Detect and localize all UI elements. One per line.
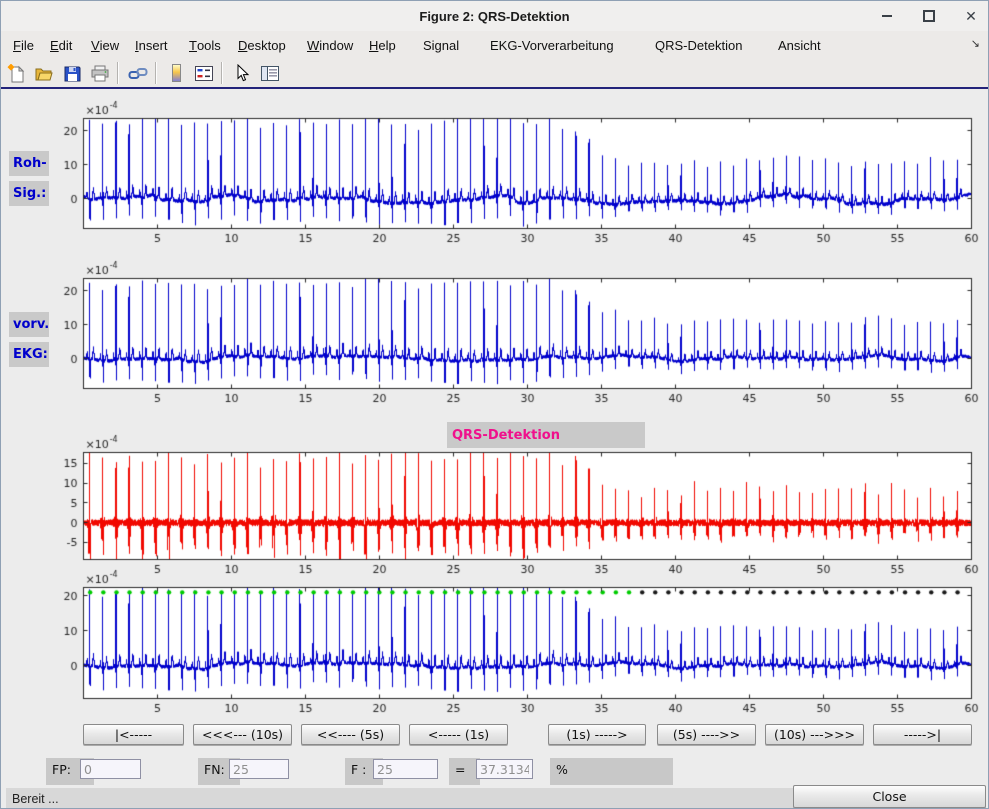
window-title: Figure 2: QRS-Detektion xyxy=(419,9,569,24)
label-roh: Roh- xyxy=(9,151,49,176)
minimize-icon xyxy=(882,15,892,17)
nav-button-forward-5s[interactable]: (5s) ---->> xyxy=(657,724,756,745)
label-ekg: EKG: xyxy=(9,342,49,367)
menu-overflow-icon[interactable]: ↘ xyxy=(971,37,980,50)
menu-bar: File Edit View Insert Tools Desktop Wind… xyxy=(1,31,988,60)
nav-button-back-1s[interactable]: <----- (1s) xyxy=(409,724,508,745)
maximize-icon xyxy=(923,10,935,22)
maximize-button[interactable] xyxy=(918,5,940,27)
menu-view[interactable]: View xyxy=(89,31,121,59)
toolbar-separator xyxy=(221,62,223,84)
menu-signal[interactable]: Signal xyxy=(421,31,461,59)
insert-legend-icon xyxy=(194,64,214,83)
print-figure-button[interactable] xyxy=(87,61,113,85)
menu-window[interactable]: Window xyxy=(305,31,355,59)
insert-colorbar-icon xyxy=(167,63,186,83)
save-figure-icon xyxy=(63,64,82,83)
fn-field[interactable] xyxy=(229,759,289,779)
new-figure-icon xyxy=(7,64,26,83)
link-plot-icon xyxy=(128,64,148,83)
menu-qrs-detektion[interactable]: QRS-Detektion xyxy=(653,31,744,59)
toolbar-separator xyxy=(155,62,157,84)
minimize-button[interactable] xyxy=(876,5,898,27)
edit-plot-arrow-icon xyxy=(233,64,251,83)
label-vorv: vorv. xyxy=(9,312,49,337)
percent-sign-label: % xyxy=(550,758,673,785)
fp-field[interactable] xyxy=(80,759,141,779)
window-controls: ✕ xyxy=(876,1,982,31)
plot3-title: QRS-Detektion xyxy=(447,422,645,448)
open-file-button[interactable] xyxy=(31,61,57,85)
plot-browser-icon xyxy=(260,64,280,83)
nav-button-forward-1s[interactable]: (1s) -----> xyxy=(548,724,646,745)
save-figure-button[interactable] xyxy=(59,61,85,85)
edit-plot-button[interactable] xyxy=(229,61,255,85)
menu-ansicht[interactable]: Ansicht xyxy=(776,31,823,59)
f-field[interactable] xyxy=(373,759,438,779)
nav-button-back-5s[interactable]: <<---- (5s) xyxy=(301,724,400,745)
menu-desktop[interactable]: Desktop xyxy=(236,31,288,59)
nav-button-to-end[interactable]: ----->| xyxy=(873,724,972,745)
menu-file[interactable]: File xyxy=(11,31,36,59)
insert-colorbar-button[interactable] xyxy=(163,61,189,85)
close-icon: ✕ xyxy=(965,9,977,23)
toolbar-separator xyxy=(117,62,119,84)
plot-browser-button[interactable] xyxy=(257,61,283,85)
plots-canvas xyxy=(1,89,989,721)
close-button[interactable]: Close xyxy=(793,785,986,808)
menu-edit[interactable]: Edit xyxy=(48,31,74,59)
status-text: Bereit ... xyxy=(12,792,59,806)
menu-insert[interactable]: Insert xyxy=(133,31,170,59)
insert-legend-button[interactable] xyxy=(191,61,217,85)
close-window-button[interactable]: ✕ xyxy=(960,5,982,27)
menu-help[interactable]: Help xyxy=(367,31,398,59)
menu-ekg-vorverarbeitung[interactable]: EKG-Vorverarbeitung xyxy=(488,31,616,59)
link-plot-button[interactable] xyxy=(125,61,151,85)
print-figure-icon xyxy=(90,64,110,83)
toolbar xyxy=(1,59,988,87)
status-bar: Bereit ... xyxy=(6,788,793,809)
percent-field[interactable] xyxy=(476,759,533,779)
nav-button-to-start[interactable]: |<----- xyxy=(83,724,184,745)
title-bar: Figure 2: QRS-Detektion xyxy=(1,1,988,32)
nav-button-back-10s[interactable]: <<<--- (10s) xyxy=(193,724,292,745)
nav-button-forward-10s[interactable]: (10s) --->>> xyxy=(765,724,864,745)
menu-tools[interactable]: Tools xyxy=(187,31,223,59)
new-figure-button[interactable] xyxy=(3,61,29,85)
figure-window: Figure 2: QRS-Detektion ✕ File Edit View… xyxy=(0,0,989,809)
label-sig: Sig.: xyxy=(9,181,49,206)
open-file-icon xyxy=(34,64,54,83)
